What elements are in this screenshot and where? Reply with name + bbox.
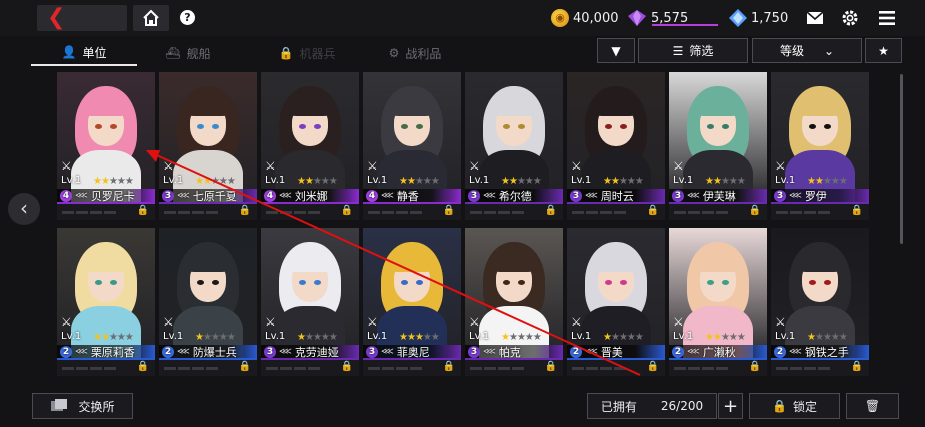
lock-icon: 🔒 [772,399,787,413]
annotation-line [149,151,641,376]
annotation-arrowhead [146,150,160,162]
lock-label: 锁定 [792,399,817,414]
expand-capacity-button[interactable]: + [718,393,743,419]
exchange-label: 交换所 [78,399,115,414]
trash-icon: 🗑 [864,399,881,413]
owned-count: 26/200 [660,399,704,413]
delete-button[interactable]: 🗑 [846,393,899,419]
owned-counter: 已拥有 26/200 [587,393,717,419]
annotation-overlay [146,150,641,376]
exchange-icon [51,399,68,411]
owned-label: 已拥有 [600,399,637,414]
plus-icon: + [722,395,739,417]
exchange-button[interactable]: 交换所 [32,393,133,419]
lock-button[interactable]: 🔒 锁定 [749,393,840,419]
